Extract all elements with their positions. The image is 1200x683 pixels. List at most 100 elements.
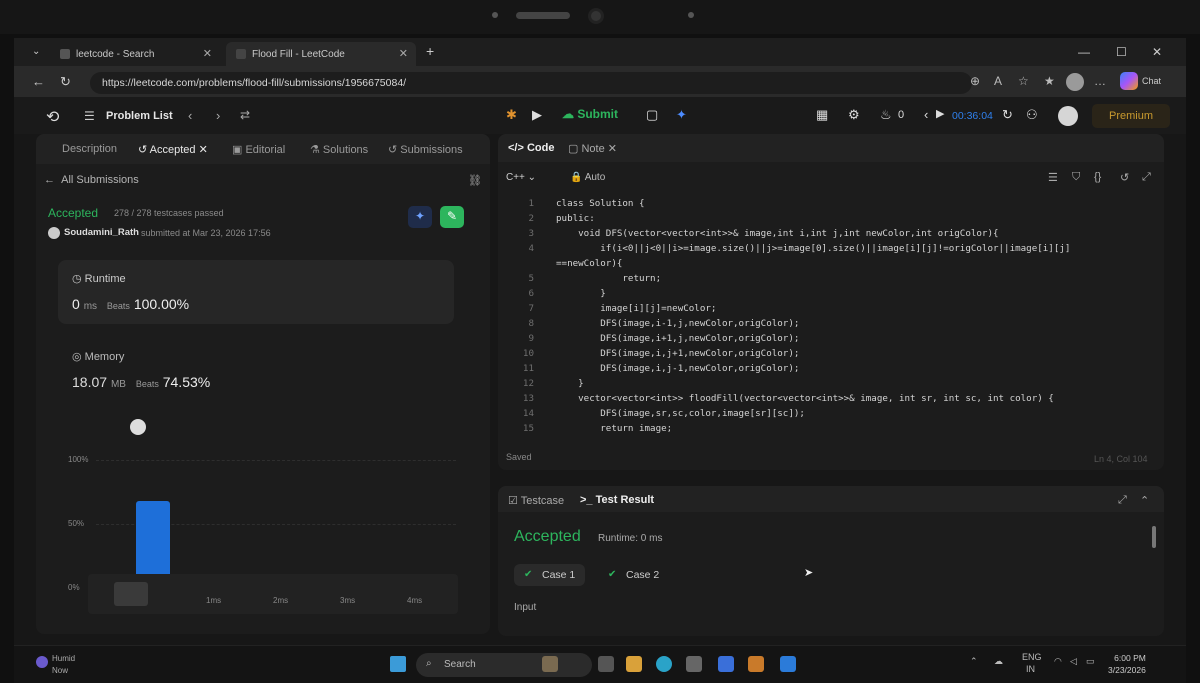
search-highlight-icon[interactable] (542, 656, 558, 672)
code-line[interactable]: 14 DFS(image,sr,sc,color,image[sr][sc]); (514, 406, 1154, 421)
minimize-icon[interactable]: — (1078, 45, 1090, 59)
tab-test-result[interactable]: >_ Test Result (580, 494, 654, 506)
code-line[interactable]: 15 return image; (514, 421, 1154, 436)
code-line[interactable]: 2 public: (514, 211, 1154, 226)
clock[interactable]: 6:00 PM 3/23/2026 (1108, 652, 1146, 676)
tab-description[interactable]: Description (62, 143, 117, 155)
code-line[interactable]: 13 vector<vector<int>> floodFill(vector<… (514, 391, 1154, 406)
app-icon[interactable] (718, 656, 734, 672)
read-aloud-icon[interactable]: A (994, 74, 1002, 88)
code-line[interactable]: 12 } (514, 376, 1154, 391)
code-line[interactable]: 11 DFS(image,i,j-1,newColor,origColor); (514, 361, 1154, 376)
file-explorer-icon[interactable] (626, 656, 642, 672)
prev-problem-icon[interactable]: ‹ (188, 108, 192, 123)
edge-icon[interactable] (656, 656, 672, 672)
case-2-tab[interactable]: ✔ Case 2 (598, 564, 669, 586)
code-line[interactable]: 6 } (514, 286, 1154, 301)
runtime-card[interactable]: ◷ Runtime 0 ms Beats 100.00% (58, 260, 454, 324)
collapse-icon[interactable]: ⌃ (1140, 494, 1149, 507)
code-text[interactable]: image[i][j]=newColor; (556, 301, 716, 316)
shuffle-icon[interactable]: ⇄ (240, 108, 250, 122)
all-submissions-link[interactable]: ← All Submissions (44, 174, 139, 186)
share-link-icon[interactable]: ⛓ (468, 174, 482, 187)
tab-testcase[interactable]: ☑ Testcase (508, 494, 564, 507)
browser-tab-search[interactable]: leetcode - Search ✕ (50, 42, 220, 66)
code-line[interactable]: 9 DFS(image,i+1,j,newColor,origColor); (514, 331, 1154, 346)
new-tab-icon[interactable]: + (426, 43, 434, 59)
tab-editorial[interactable]: ▣ Editorial (232, 143, 285, 156)
store-icon[interactable] (686, 656, 702, 672)
code-lines[interactable]: 1 class Solution {2 public: 3 void DFS(vect… (514, 196, 1154, 436)
timer-prev-icon[interactable]: ‹ (924, 107, 928, 122)
chat-label[interactable]: Chat (1142, 76, 1161, 86)
timer[interactable]: 00:36:04 (952, 110, 993, 122)
profile-avatar[interactable] (1066, 73, 1084, 91)
code-text[interactable]: return image; (556, 421, 672, 436)
close-window-icon[interactable]: ✕ (1152, 45, 1162, 59)
memory-label[interactable]: ◎ Memory (72, 350, 124, 363)
url-field[interactable]: https://leetcode.com/problems/flood-fill… (90, 72, 972, 94)
weather-icon[interactable] (36, 656, 48, 668)
fullscreen-icon[interactable]: ⤢ (1142, 171, 1151, 184)
code-line[interactable]: 4 if(i<0||j<0||i>=image.size()||j>=image… (514, 241, 1154, 256)
code-text[interactable]: } (556, 376, 584, 391)
code-text[interactable]: return; (556, 271, 661, 286)
code-text[interactable]: vector<vector<int>> floodFill(vector<vec… (556, 391, 1054, 406)
reset-code-icon[interactable]: ↺ (1120, 171, 1129, 184)
debug-icon[interactable]: ✱ (506, 107, 517, 123)
code-line[interactable]: ==newColor){ (514, 256, 1154, 271)
tab-menu-icon[interactable]: ⌄ (32, 46, 40, 57)
result-scrollbar[interactable] (1152, 526, 1156, 548)
add-friend-icon[interactable]: ⚇ (1026, 107, 1038, 123)
notes-icon[interactable]: ▢ (646, 107, 658, 123)
range-handle[interactable] (114, 582, 148, 606)
zoom-icon[interactable]: ⊕ (970, 74, 980, 88)
user-avatar[interactable] (1058, 106, 1078, 126)
tray-chevron-icon[interactable]: ⌃ (970, 656, 978, 667)
refresh-icon[interactable]: ↻ (60, 74, 71, 90)
username[interactable]: Soudamini_Rath (64, 227, 139, 238)
mail-icon[interactable] (780, 656, 796, 672)
tab-solutions[interactable]: ⚗ Solutions (310, 143, 368, 156)
ai-icon[interactable]: ✦ (676, 107, 687, 123)
code-line[interactable]: 7 image[i][j]=newColor; (514, 301, 1154, 316)
settings-icon[interactable]: ⚙ (848, 107, 860, 123)
code-text[interactable]: DFS(image,i-1,j,newColor,origColor); (556, 316, 799, 331)
case-1-tab[interactable]: ✔ Case 1 (514, 564, 586, 586)
submit-button[interactable]: ☁ Submit (562, 107, 618, 121)
problem-list-icon[interactable]: ☰ (84, 109, 95, 123)
browser-tab-floodfill[interactable]: Flood Fill - LeetCode ✕ (226, 42, 416, 66)
code-text[interactable]: DFS(image,i,j-1,newColor,origColor); (556, 361, 799, 376)
language-select[interactable]: C++ ⌄ (506, 172, 536, 183)
app-icon[interactable] (748, 656, 764, 672)
tab-code[interactable]: </> Code (508, 142, 554, 154)
onedrive-icon[interactable]: ☁ (994, 656, 1003, 667)
code-text[interactable]: if(i<0||j<0||i>=image.size()||j>=image[0… (556, 241, 1070, 256)
wifi-icon[interactable]: ◠ (1054, 656, 1062, 667)
code-text[interactable]: ==newColor){ (556, 256, 622, 271)
tab-note[interactable]: ▢ Note ✕ (568, 142, 617, 155)
layout-icon[interactable]: ▦ (816, 107, 828, 123)
windows-start-icon[interactable] (390, 656, 406, 672)
weather-text[interactable]: Humid (52, 654, 75, 663)
code-text[interactable]: } (556, 286, 606, 301)
code-text[interactable]: void DFS(vector<vector<int>>& image,int … (556, 226, 998, 241)
timer-reset-icon[interactable]: ↻ (1002, 107, 1013, 123)
code-text[interactable]: DFS(image,sr,sc,color,image[sr][sc]); (556, 406, 805, 421)
maximize-icon[interactable]: ☐ (1116, 45, 1127, 59)
taskbar-search[interactable]: Search (416, 653, 592, 677)
code-line[interactable]: 1 class Solution { (514, 196, 1154, 211)
code-text[interactable]: public: (556, 211, 595, 226)
run-icon[interactable]: ▶ (532, 107, 542, 123)
premium-button[interactable]: Premium (1092, 104, 1170, 128)
volume-icon[interactable]: ◁ (1070, 656, 1077, 667)
code-line[interactable]: 5 return; (514, 271, 1154, 286)
back-icon[interactable]: ← (32, 74, 45, 89)
code-text[interactable]: class Solution { (556, 196, 645, 211)
code-text[interactable]: DFS(image,i,j+1,newColor,origColor); (556, 346, 799, 361)
braces-icon[interactable]: {} (1094, 171, 1101, 183)
language-indicator[interactable]: ENG (1022, 652, 1042, 662)
expand-icon[interactable]: ⤢ (1118, 494, 1127, 507)
tab-submissions[interactable]: ↺ Submissions (388, 143, 463, 156)
format-icon[interactable]: ☰ (1048, 171, 1058, 184)
